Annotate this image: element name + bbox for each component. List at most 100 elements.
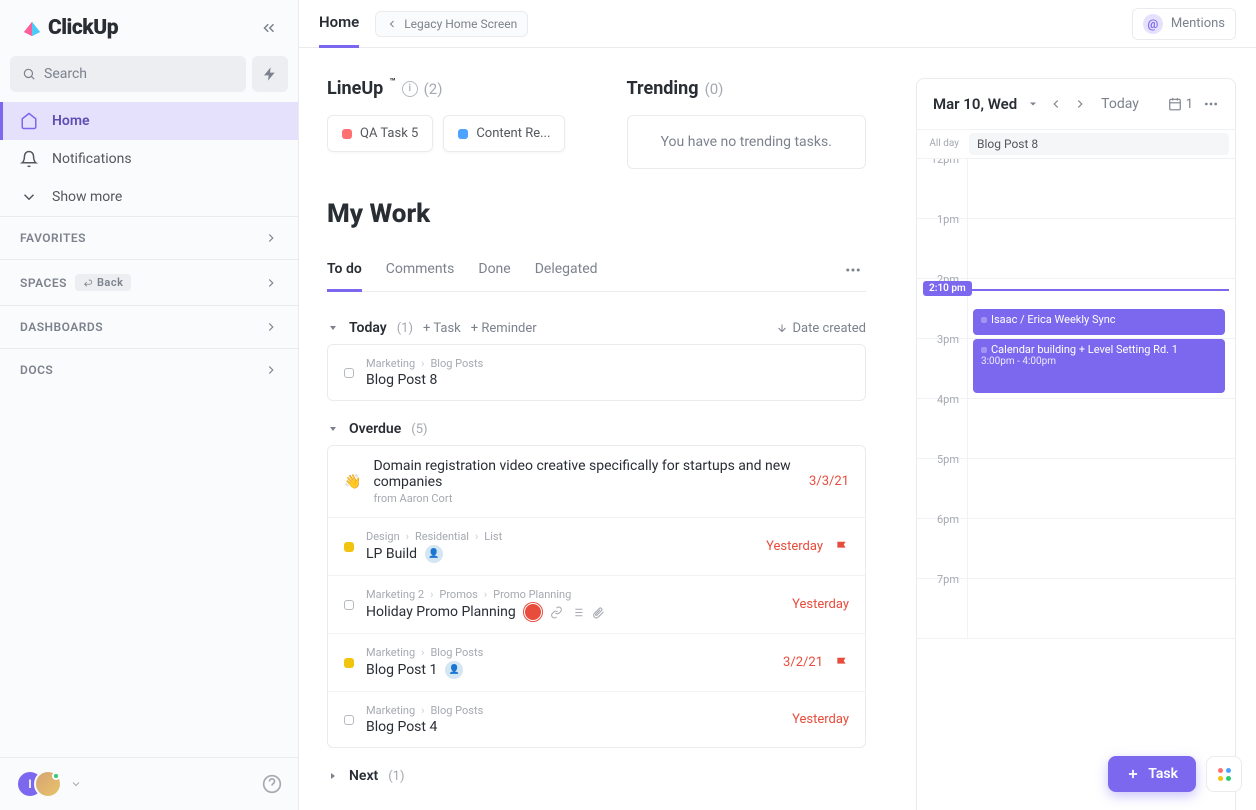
- back-arrow-icon: [83, 278, 93, 288]
- calendar-event-2[interactable]: Calendar building + Level Setting Rd. 1 …: [973, 339, 1225, 393]
- section-favorites-label: FAVORITES: [20, 231, 86, 245]
- section-favorites[interactable]: FAVORITES: [0, 216, 298, 259]
- page-title: Home: [319, 0, 359, 48]
- assignee-avatar[interactable]: 👤: [445, 661, 463, 679]
- link-icon[interactable]: [550, 606, 563, 619]
- attachment-icon[interactable]: [592, 606, 605, 619]
- hour-label: 4pm: [917, 393, 967, 452]
- sort-button[interactable]: Date created: [776, 321, 866, 336]
- due-date: 3/2/21: [783, 655, 823, 670]
- tab-comments[interactable]: Comments: [386, 249, 455, 291]
- hour-label: 6pm: [917, 513, 967, 572]
- more-horizontal-icon: [844, 261, 862, 279]
- task-row-blogpost4[interactable]: Marketing›Blog Posts Blog Post 4 Yesterd…: [328, 691, 865, 747]
- mentions-button[interactable]: @ Mentions: [1132, 8, 1236, 40]
- section-dashboards-label: DASHBOARDS: [20, 320, 103, 334]
- status-indicator[interactable]: [344, 715, 354, 725]
- task-breadcrumb: Marketing 2›Promos›Promo Planning: [366, 588, 780, 601]
- tab-todo[interactable]: To do: [327, 249, 362, 292]
- priority-flag-icon[interactable]: [835, 656, 849, 670]
- allday-row: All day Blog Post 8: [917, 129, 1235, 159]
- lineup-card-1[interactable]: QA Task 5: [327, 115, 433, 152]
- calendar-box: Mar 10, Wed Today 1 All day Blog Post 8: [916, 78, 1236, 810]
- nav-show-more[interactable]: Show more: [0, 178, 298, 216]
- assignee-avatar[interactable]: 👤: [425, 545, 443, 563]
- calendar-grid[interactable]: 12pm 1pm 2pm 3pm 4pm 5pm 6pm 7pm 2:10 pm…: [917, 159, 1235, 810]
- back-label: Back: [97, 276, 123, 289]
- event-status-dot: [981, 317, 987, 323]
- section-docs[interactable]: DOCS: [0, 348, 298, 391]
- tab-delegated[interactable]: Delegated: [535, 249, 598, 291]
- my-work-title: My Work: [327, 199, 866, 229]
- apps-launcher-button[interactable]: [1206, 756, 1242, 792]
- lineup-card-2[interactable]: Content Re...: [443, 115, 565, 152]
- section-spaces-label: SPACES: [20, 276, 67, 290]
- calendar-prev-button[interactable]: [1049, 97, 1063, 111]
- lineup-card-2-title: Content Re...: [476, 126, 550, 141]
- task-title: Blog Post 8: [366, 372, 849, 388]
- group-overdue-count: (5): [411, 422, 427, 437]
- quick-action-button[interactable]: [252, 56, 288, 92]
- sidebar-header: ClickUp: [0, 0, 298, 56]
- legacy-home-button[interactable]: Legacy Home Screen: [375, 11, 528, 37]
- group-today-label: Today: [349, 320, 387, 336]
- chevron-right-icon: [264, 363, 278, 377]
- status-indicator-blue: [458, 129, 468, 139]
- back-pill[interactable]: Back: [75, 274, 131, 291]
- tab-more-button[interactable]: [840, 249, 866, 291]
- now-indicator-badge: 2:10 pm: [923, 281, 972, 296]
- section-dashboards[interactable]: DASHBOARDS: [0, 305, 298, 348]
- section-spaces[interactable]: SPACES Back: [0, 259, 298, 305]
- search-input[interactable]: Search: [10, 56, 246, 92]
- task-row-blogpost8[interactable]: Marketing›Blog Posts Blog Post 8: [328, 345, 865, 400]
- task-row-holiday[interactable]: Marketing 2›Promos›Promo Planning Holida…: [328, 575, 865, 633]
- logo[interactable]: ClickUp: [20, 16, 118, 40]
- group-today-header[interactable]: Today (1) + Task + Reminder Date created: [327, 312, 866, 344]
- chevron-down-icon[interactable]: [1027, 98, 1039, 110]
- user-avatars[interactable]: I: [16, 770, 82, 798]
- group-overdue-header[interactable]: Overdue (5): [327, 413, 866, 445]
- calendar-today-button[interactable]: Today: [1101, 96, 1139, 112]
- sidebar: ClickUp Search Home Notifications Show m…: [0, 0, 299, 810]
- help-button[interactable]: [262, 774, 282, 794]
- task-row-blogpost1[interactable]: Marketing›Blog Posts Blog Post 1 👤 3/2/2…: [328, 633, 865, 691]
- status-indicator[interactable]: [344, 600, 354, 610]
- expand-toggle-icon[interactable]: [327, 770, 339, 782]
- add-reminder-link[interactable]: + Reminder: [471, 321, 537, 336]
- task-row-domain[interactable]: 👋 Domain registration video creative spe…: [328, 446, 865, 517]
- avatar-menu-icon[interactable]: [70, 778, 82, 790]
- sidebar-footer: I: [0, 757, 298, 810]
- status-indicator-yellow[interactable]: [344, 658, 354, 668]
- allday-event[interactable]: Blog Post 8: [969, 133, 1229, 155]
- calendar-date[interactable]: Mar 10, Wed: [933, 95, 1017, 113]
- nav-notifications[interactable]: Notifications: [0, 140, 298, 178]
- create-task-fab[interactable]: Task: [1108, 756, 1196, 792]
- calendar-task-count[interactable]: 1: [1168, 97, 1193, 112]
- now-indicator-line: [967, 289, 1229, 291]
- lineup-card-1-title: QA Task 5: [360, 126, 418, 141]
- nav-home[interactable]: Home: [0, 102, 298, 140]
- event-time: 3:00pm - 4:00pm: [981, 356, 1217, 367]
- calendar-more-button[interactable]: [1203, 96, 1219, 112]
- topbar: Home Legacy Home Screen @ Mentions: [299, 0, 1256, 48]
- add-task-link[interactable]: + Task: [423, 321, 461, 336]
- collapse-sidebar-icon[interactable]: [260, 19, 278, 37]
- priority-flag-icon[interactable]: [835, 540, 849, 554]
- list-icon[interactable]: [571, 606, 584, 619]
- brand-name: ClickUp: [48, 16, 118, 40]
- collapse-toggle-icon[interactable]: [327, 322, 339, 334]
- task-title: Holiday Promo Planning: [366, 603, 780, 621]
- info-icon[interactable]: i: [402, 81, 418, 97]
- trending-count: (0): [705, 80, 724, 98]
- main-content: Home Legacy Home Screen @ Mentions LineU…: [299, 0, 1256, 810]
- blocked-badge-icon: [524, 603, 542, 621]
- calendar-next-button[interactable]: [1073, 97, 1087, 111]
- tab-done[interactable]: Done: [478, 249, 510, 291]
- group-next-header[interactable]: Next (1): [327, 760, 866, 792]
- task-row-lpbuild[interactable]: Design›Residential›List LP Build 👤 Yeste…: [328, 517, 865, 575]
- status-indicator[interactable]: [344, 368, 354, 378]
- calendar-event-1[interactable]: Isaac / Erica Weekly Sync: [973, 309, 1225, 335]
- chevron-right-icon: [264, 320, 278, 334]
- status-indicator-yellow[interactable]: [344, 542, 354, 552]
- collapse-toggle-icon[interactable]: [327, 423, 339, 435]
